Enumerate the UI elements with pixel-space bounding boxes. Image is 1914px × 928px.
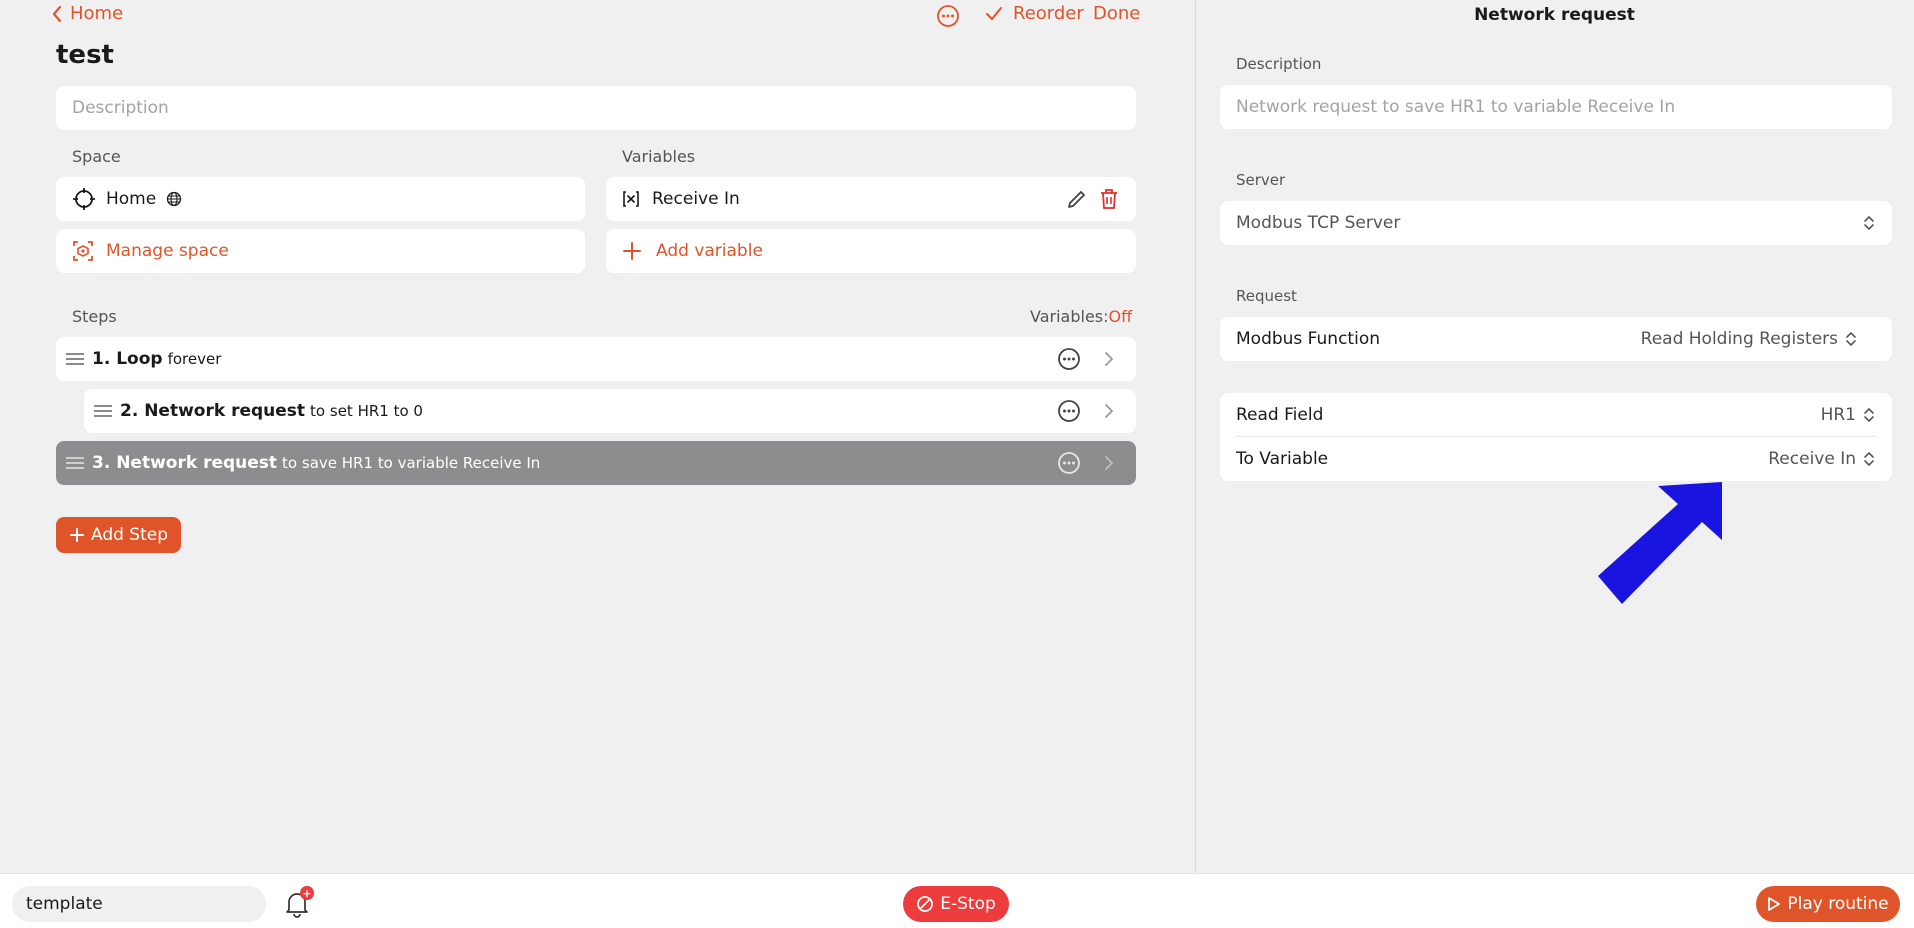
variable-item[interactable]: Receive In (606, 177, 1136, 221)
server-select[interactable]: Modbus TCP Server (1220, 201, 1892, 245)
estop-label: E-Stop (940, 894, 996, 914)
step-row-selected[interactable]: 3. Network request to save HR1 to variab… (56, 441, 1136, 485)
more-options-button[interactable] (936, 4, 960, 32)
more-circle-icon[interactable] (1057, 451, 1081, 475)
play-routine-button[interactable]: Play routine (1756, 886, 1900, 922)
server-label: Server (1236, 171, 1286, 189)
variable-name: Receive In (652, 189, 740, 209)
panel-title: Network request (1474, 5, 1635, 25)
estop-button[interactable]: E-Stop (903, 886, 1009, 922)
add-variable-button[interactable]: Add variable (606, 229, 1136, 273)
drag-handle-icon[interactable] (66, 353, 84, 365)
more-circle-icon (937, 5, 959, 27)
request-label: Request (1236, 287, 1297, 305)
step-row[interactable]: 2. Network request to set HR1 to 0 (84, 389, 1136, 433)
up-down-chevron-icon (1864, 451, 1874, 467)
chevron-left-icon (52, 5, 62, 22)
variable-icon (623, 191, 639, 207)
panel-description-input[interactable]: Network request to save HR1 to variable … (1220, 85, 1892, 129)
register-mapping-group: Read Field HR1 To Variable Receive In (1220, 393, 1892, 481)
up-down-chevron-icon (1864, 407, 1874, 422)
steps-label: Steps (72, 307, 117, 326)
modbus-function-label: Modbus Function (1236, 329, 1380, 349)
add-step-button[interactable]: Add Step (56, 517, 181, 553)
chevron-right-icon[interactable] (1100, 402, 1118, 420)
play-icon (1768, 897, 1781, 911)
bottom-bar: template + E-Stop Play routine (0, 873, 1914, 928)
up-down-chevron-icon (1846, 331, 1856, 347)
crosshair-icon (73, 188, 95, 210)
notification-badge: + (300, 886, 314, 900)
template-value: template (26, 894, 103, 914)
checkmark-icon (986, 6, 1002, 20)
manage-space-button[interactable]: Manage space (56, 229, 585, 273)
back-home-label: Home (70, 3, 124, 24)
more-circle-icon[interactable] (1057, 347, 1081, 371)
routine-editor: Home Reorder Done test Description Space… (0, 0, 1195, 873)
done-button[interactable]: Done (1093, 3, 1140, 24)
variables-toggle[interactable]: Variables:Off (1030, 307, 1132, 326)
step-detail: forever (167, 350, 222, 368)
back-home-link[interactable]: Home (50, 3, 123, 24)
edit-pencil-icon[interactable] (1066, 188, 1088, 210)
done-label: Done (1093, 3, 1141, 24)
step-name: 1. Loop (92, 349, 163, 369)
variables-toggle-value: Off (1108, 307, 1133, 326)
step-detail: to set HR1 to 0 (310, 402, 423, 420)
to-variable-row[interactable]: To Variable Receive In (1236, 437, 1876, 481)
drag-handle-icon[interactable] (94, 405, 112, 417)
up-down-chevron-icon (1864, 215, 1874, 231)
step-name: 2. Network request (120, 401, 306, 421)
add-variable-label: Add variable (656, 241, 763, 261)
routine-title[interactable]: test (56, 40, 114, 70)
plus-icon (69, 528, 84, 542)
description-placeholder: Description (72, 98, 169, 118)
space-value: Home (106, 189, 157, 209)
template-selector[interactable]: template (12, 886, 266, 922)
description-input[interactable]: Description (56, 86, 1136, 130)
panel-description-placeholder: Network request to save HR1 to variable … (1236, 97, 1676, 117)
delete-trash-icon[interactable] (1098, 187, 1120, 211)
read-field-label: Read Field (1236, 404, 1324, 425)
variables-label: Variables (622, 147, 696, 166)
stop-circle-icon (917, 896, 934, 912)
globe-icon (167, 191, 182, 207)
more-circle-icon[interactable] (1057, 399, 1081, 423)
annotation-arrow-icon (1598, 482, 1722, 604)
read-field-row[interactable]: Read Field HR1 (1236, 393, 1876, 437)
read-field-value: HR1 (1820, 404, 1856, 425)
manage-space-label: Manage space (106, 241, 229, 261)
add-step-label: Add Step (90, 525, 169, 545)
step-row[interactable]: 1. Loop forever (56, 337, 1136, 381)
manage-space-icon (73, 241, 93, 261)
to-variable-label: To Variable (1236, 449, 1329, 469)
to-variable-value: Receive In (1768, 449, 1856, 469)
modbus-function-value: Read Holding Registers (1640, 329, 1838, 349)
chevron-right-icon[interactable] (1100, 454, 1118, 472)
step-detail: to save HR1 to variable Receive In (282, 454, 541, 472)
drag-handle-icon[interactable] (66, 457, 84, 469)
variables-toggle-label: Variables: (1030, 307, 1109, 326)
play-routine-label: Play routine (1787, 894, 1889, 914)
server-value: Modbus TCP Server (1236, 213, 1401, 233)
plus-icon (623, 242, 641, 260)
chevron-right-icon[interactable] (1100, 350, 1118, 368)
reorder-label: Reorder (1013, 3, 1084, 24)
space-label: Space (72, 147, 121, 166)
panel-description-label: Description (1236, 55, 1322, 73)
notifications-button[interactable]: + (284, 886, 314, 918)
reorder-button[interactable]: Reorder (985, 3, 1084, 24)
step-name: 3. Network request (92, 453, 278, 473)
modbus-function-select[interactable]: Modbus Function Read Holding Registers (1220, 317, 1892, 361)
space-selector[interactable]: Home (56, 177, 585, 221)
